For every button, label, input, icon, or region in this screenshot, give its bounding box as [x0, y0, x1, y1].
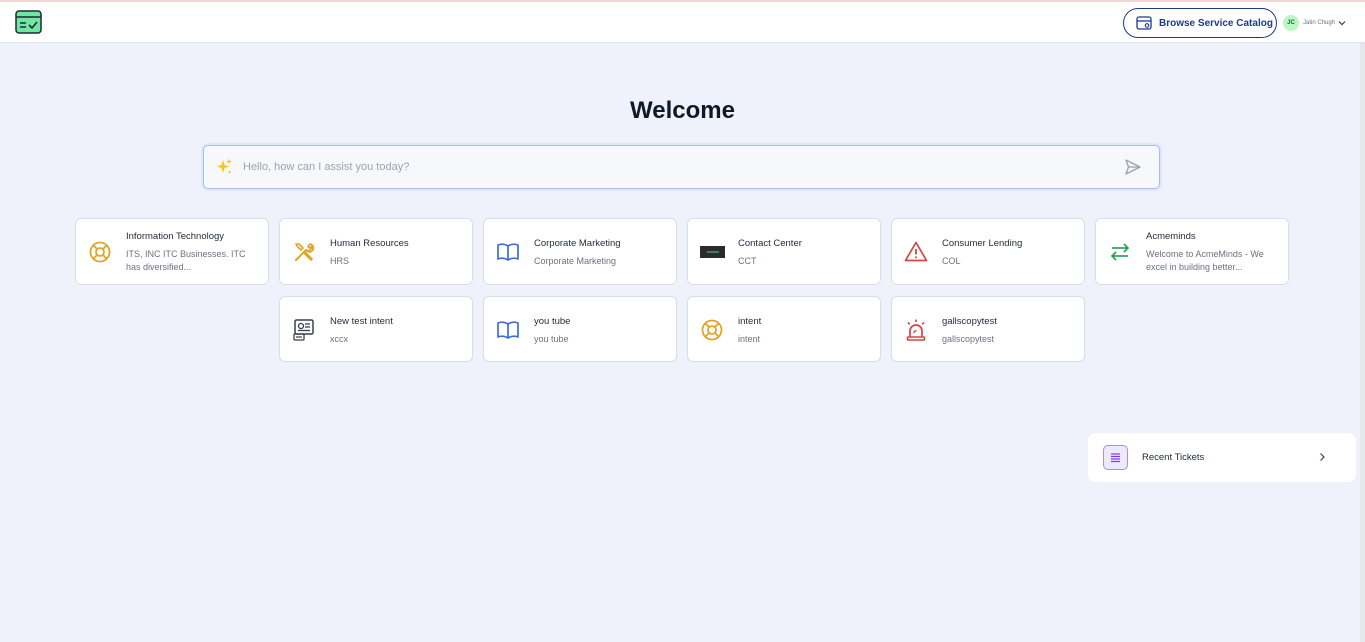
card-description: COL: [942, 256, 961, 266]
category-card-intent[interactable]: intent intent: [687, 296, 881, 362]
card-description: intent: [738, 334, 761, 344]
book-icon: [497, 321, 519, 339]
user-menu[interactable]: JC Jatin Chugh: [1283, 15, 1346, 31]
category-card-consumer-lending[interactable]: Consumer Lending COL: [891, 218, 1085, 285]
chevron-right-icon[interactable]: [1317, 452, 1327, 462]
card-title: Information Technology: [126, 231, 225, 242]
category-card-human-resources[interactable]: Human Resources HRS: [279, 218, 473, 285]
page-title: Welcome: [630, 97, 735, 124]
category-card-acmeminds[interactable]: Acmeminds Welcome to AcmeMinds - We exce…: [1095, 218, 1289, 285]
category-card-you-tube[interactable]: you tube you tube: [483, 296, 677, 362]
id-card-icon: [293, 319, 314, 341]
recent-tickets-label: Recent Tickets: [1142, 452, 1205, 463]
card-description: ITS, INC ITC Businesses. ITC has diversi…: [126, 249, 246, 272]
app-logo-icon[interactable]: [15, 10, 42, 34]
card-description: xccx: [330, 334, 348, 344]
card-description: CCT: [738, 256, 757, 266]
user-name: Jatin Chugh: [1303, 20, 1336, 26]
arrows-exchange-icon: [1110, 243, 1130, 261]
browse-service-catalog-label: Browse Service Catalog: [1159, 17, 1273, 29]
ticket-list-icon: [1103, 445, 1128, 470]
tools-icon: [295, 243, 315, 262]
card-title: intent: [738, 316, 762, 327]
contact-center-logo: [700, 246, 725, 258]
card-description: Corporate Marketing: [534, 256, 617, 266]
card-title: Acmeminds: [1146, 231, 1196, 242]
browse-service-catalog-button[interactable]: Browse Service Catalog: [1123, 8, 1277, 38]
recent-tickets-panel[interactable]: Recent Tickets: [1088, 433, 1356, 482]
card-title: Contact Center: [738, 238, 802, 249]
card-title: Human Resources: [330, 238, 409, 249]
category-card-gallscopytest[interactable]: gallscopytest gallscopytest: [891, 296, 1085, 362]
card-title: you tube: [534, 316, 571, 327]
book-icon: [497, 243, 519, 261]
card-title: Consumer Lending: [942, 238, 1023, 249]
lifebuoy-icon: [89, 241, 111, 263]
card-description: you tube: [534, 334, 569, 344]
siren-icon: [906, 319, 926, 341]
assistant-search-bar: [203, 145, 1160, 189]
sparkle-icon: [216, 158, 232, 174]
search-input[interactable]: [234, 146, 1124, 188]
send-icon[interactable]: [1124, 158, 1142, 176]
category-card-contact-center[interactable]: Contact Center CCT: [687, 218, 881, 285]
card-title: gallscopytest: [942, 316, 997, 327]
warning-icon: [904, 241, 928, 262]
card-description: HRS: [330, 256, 350, 266]
avatar: JC: [1283, 15, 1299, 31]
top-header: Browse Service Catalog JC Jatin Chugh: [0, 2, 1365, 43]
category-card-information-technology[interactable]: Information Technology ITS, INC ITC Busi…: [75, 218, 269, 285]
card-title: New test intent: [330, 316, 393, 327]
card-title: Corporate Marketing: [534, 238, 621, 249]
category-card-new-test-intent[interactable]: New test intent xccx: [279, 296, 473, 362]
chevron-down-icon: [1338, 21, 1346, 26]
catalog-icon: [1136, 16, 1152, 30]
card-description: gallscopytest: [942, 334, 995, 344]
card-description: Welcome to AcmeMinds - We excel in build…: [1146, 249, 1264, 272]
scrollbar[interactable]: [1360, 43, 1365, 642]
lifebuoy-icon: [701, 319, 723, 341]
category-card-corporate-marketing[interactable]: Corporate Marketing Corporate Marketing: [483, 218, 677, 285]
